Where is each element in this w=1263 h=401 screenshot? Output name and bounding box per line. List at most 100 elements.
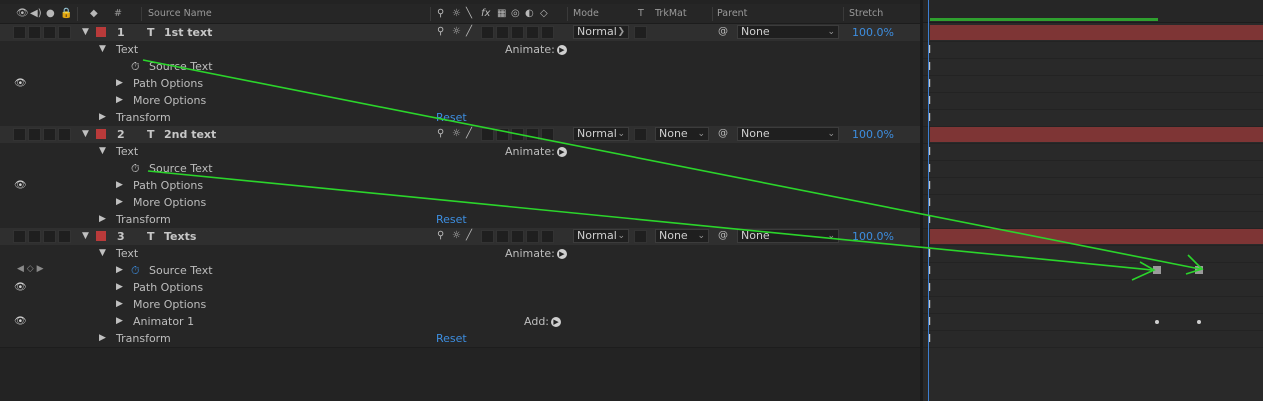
expand-triangle-icon[interactable]: ▶: [116, 265, 123, 275]
layer-duration-bar[interactable]: [930, 25, 1263, 40]
transform-row[interactable]: ▶ Transform Reset: [0, 211, 922, 229]
parent-column-label[interactable]: Parent: [717, 8, 747, 19]
hold-keyframe-icon[interactable]: [1195, 266, 1203, 274]
shy-icon[interactable]: ⚲: [437, 8, 444, 19]
expand-triangle-icon[interactable]: ▶: [116, 316, 123, 326]
expand-triangle-icon[interactable]: ▼: [82, 231, 89, 241]
mode-dropdown[interactable]: Normal ⌄: [573, 229, 629, 243]
eye-icon[interactable]: 👁: [16, 8, 29, 19]
trkmat-dropdown[interactable]: None ⌄: [655, 127, 709, 141]
path-options-row[interactable]: 👁 ▶ Path Options: [0, 279, 922, 297]
source-text-row[interactable]: ⏱ Source Text: [0, 160, 922, 178]
text-group-row[interactable]: ▼ Text Animate: ▶: [0, 245, 922, 263]
quality-icon[interactable]: ╲: [466, 8, 472, 19]
animate-button[interactable]: Animate: ▶: [505, 145, 567, 158]
lock-icon[interactable]: 🔒: [60, 8, 72, 19]
speaker-icon[interactable]: ◀): [30, 8, 42, 19]
eye-icon[interactable]: 👁: [14, 282, 27, 293]
spiral-pickwhip-icon[interactable]: @: [718, 128, 728, 139]
stopwatch-icon[interactable]: ⏱: [131, 264, 140, 278]
adjustment-layer-icon[interactable]: ◐: [525, 8, 534, 19]
text-group-row[interactable]: ▼ Text Animate: ▶: [0, 143, 922, 161]
effects-icon[interactable]: fx: [481, 8, 490, 19]
parent-dropdown[interactable]: None ⌄: [737, 127, 839, 141]
expand-triangle-icon[interactable]: ▶: [116, 180, 123, 190]
layer-duration-bar[interactable]: [930, 229, 1263, 244]
label-color-swatch[interactable]: [96, 129, 106, 139]
transform-row[interactable]: ▶ Transform Reset: [0, 109, 922, 127]
work-area-bar[interactable]: [930, 18, 1158, 21]
shy-switch-icon[interactable]: ⚲: [437, 128, 444, 139]
num-column-label[interactable]: #: [114, 8, 122, 19]
animate-button[interactable]: Animate: ▶: [505, 247, 567, 260]
label-color-swatch[interactable]: [96, 27, 106, 37]
shy-switch-icon[interactable]: ⚲: [437, 26, 444, 37]
mode-dropdown[interactable]: Normal ❯: [573, 25, 629, 39]
expand-triangle-icon[interactable]: ▶: [99, 112, 106, 122]
text-group-row[interactable]: ▼ Text Animate: ▶: [0, 41, 922, 59]
reset-link[interactable]: Reset: [436, 111, 467, 124]
expand-triangle-icon[interactable]: ▶: [116, 197, 123, 207]
layer-name[interactable]: 2nd text: [164, 128, 216, 141]
stretch-value[interactable]: 100.0%: [852, 26, 894, 39]
expand-triangle-icon[interactable]: ▶: [116, 95, 123, 105]
timeline-panel[interactable]: I I I I I I I I I I I I I I I I: [923, 0, 1263, 401]
source-text-row[interactable]: ◀ ◇ ▶ ▶ ⏱ Source Text: [0, 262, 922, 280]
mode-dropdown[interactable]: Normal ⌄: [573, 127, 629, 141]
collapse-switch-icon[interactable]: ☼: [452, 26, 461, 37]
expand-triangle-icon[interactable]: ▶: [99, 214, 106, 224]
more-options-row[interactable]: ▶ More Options: [0, 296, 922, 314]
source-text-row[interactable]: ⏱ Source Text: [0, 58, 922, 76]
3d-layer-icon[interactable]: ◇: [540, 8, 548, 19]
quality-switch-icon[interactable]: ╱: [466, 26, 472, 37]
stopwatch-icon[interactable]: ⏱: [131, 162, 140, 176]
t-column-label[interactable]: T: [638, 8, 644, 19]
layer-duration-bar[interactable]: [930, 127, 1263, 142]
path-options-row[interactable]: 👁 ▶ Path Options: [0, 177, 922, 195]
parent-dropdown[interactable]: None ⌄: [737, 25, 839, 39]
layer-row-1[interactable]: ▼ 1 T 1st text ⚲ ☼ ╱ Normal ❯ @ None ⌄ 100…: [0, 24, 922, 42]
hold-keyframe-icon[interactable]: [1153, 266, 1161, 274]
stretch-value[interactable]: 100.0%: [852, 128, 894, 141]
add-button[interactable]: Add: ▶: [524, 315, 562, 328]
parent-dropdown[interactable]: None ⌄: [737, 229, 839, 243]
animate-button[interactable]: Animate: ▶: [505, 43, 567, 56]
expand-triangle-icon[interactable]: ▼: [82, 129, 89, 139]
spiral-pickwhip-icon[interactable]: @: [718, 26, 728, 37]
source-name-column-label[interactable]: Source Name: [148, 8, 212, 19]
shy-switch-icon[interactable]: ⚲: [437, 230, 444, 241]
motion-blur-icon[interactable]: ◎: [511, 8, 520, 19]
label-tag-icon[interactable]: ◆: [90, 8, 98, 19]
keyframe-navigator-icon[interactable]: ◀ ◇ ▶: [17, 264, 44, 274]
time-ruler[interactable]: [923, 0, 1263, 23]
reset-link[interactable]: Reset: [436, 213, 467, 226]
trkmat-column-label[interactable]: TrkMat: [655, 8, 687, 19]
expand-triangle-icon[interactable]: ▶: [116, 282, 123, 292]
expand-triangle-icon[interactable]: ▶: [116, 78, 123, 88]
collapse-icon[interactable]: ☼: [452, 8, 461, 19]
current-time-indicator[interactable]: [928, 0, 929, 401]
expand-triangle-icon[interactable]: ▼: [99, 44, 106, 54]
expand-triangle-icon[interactable]: ▼: [99, 146, 106, 156]
more-options-row[interactable]: ▶ More Options: [0, 194, 922, 212]
eye-icon[interactable]: 👁: [14, 78, 27, 89]
reset-link[interactable]: Reset: [436, 332, 467, 345]
quality-switch-icon[interactable]: ╱: [466, 128, 472, 139]
layer-row-2[interactable]: ▼ 2 T 2nd text ⚲ ☼ ╱ Normal ⌄ None ⌄ @ Non…: [0, 126, 922, 144]
layer-row-3[interactable]: ▼ 3 T Texts ⚲ ☼ ╱ Normal ⌄ None ⌄ @ None ⌄ …: [0, 228, 922, 246]
expand-triangle-icon[interactable]: ▶: [99, 333, 106, 343]
label-color-swatch[interactable]: [96, 231, 106, 241]
expand-triangle-icon[interactable]: ▼: [99, 248, 106, 258]
keyframe-dot[interactable]: [1197, 320, 1201, 324]
mode-column-label[interactable]: Mode: [573, 8, 599, 19]
path-options-row[interactable]: 👁 ▶ Path Options: [0, 75, 922, 93]
stretch-value[interactable]: 100.0%: [852, 230, 894, 243]
stopwatch-icon[interactable]: ⏱: [131, 60, 140, 74]
layer-name[interactable]: 1st text: [164, 26, 212, 39]
eye-icon[interactable]: 👁: [14, 180, 27, 191]
stretch-column-label[interactable]: Stretch: [849, 8, 883, 19]
solo-icon[interactable]: ●: [46, 8, 55, 19]
frame-blend-icon[interactable]: ▦: [497, 8, 506, 19]
expand-triangle-icon[interactable]: ▶: [116, 299, 123, 309]
layer-name[interactable]: Texts: [164, 230, 196, 243]
